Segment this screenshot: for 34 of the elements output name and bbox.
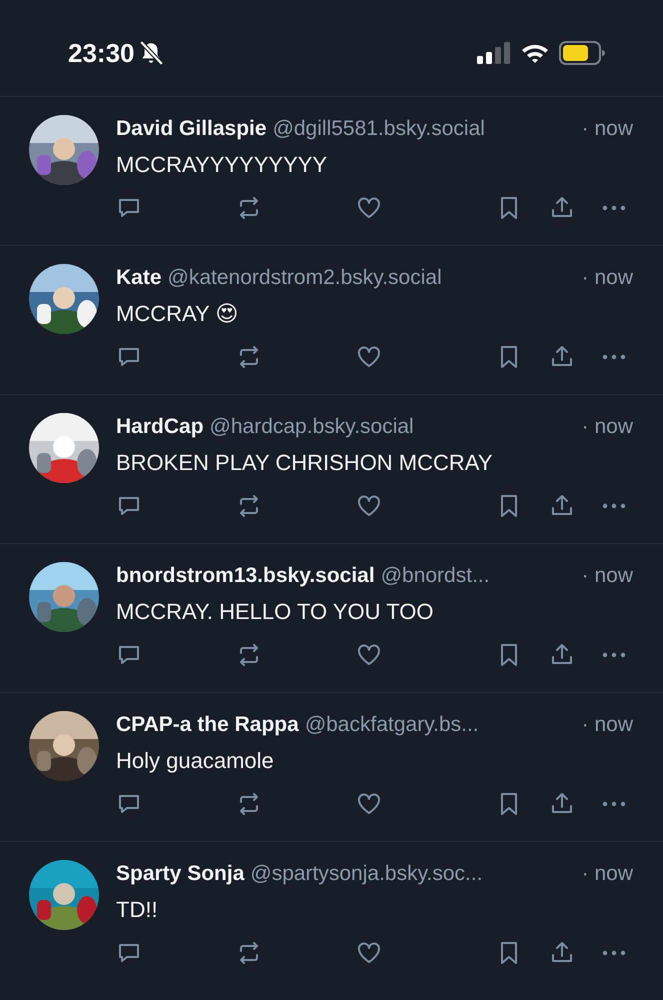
battery-icon (559, 41, 605, 65)
post-time: · now (580, 861, 633, 887)
author-name: HardCap (116, 414, 204, 440)
post-time: · now (580, 712, 633, 738)
post-text: Holy guacamole (116, 747, 275, 775)
clock-time: 23:30 (68, 37, 134, 69)
post-text: BROKEN PLAY CHRISHON MCCRAY (116, 449, 494, 477)
heart-icon[interactable] (356, 642, 382, 668)
heart-icon[interactable] (356, 791, 382, 817)
author-name: bnordstrom13.bsky.social (116, 563, 375, 589)
heart-icon[interactable] (356, 493, 382, 519)
author-handle: @spartysonja.bsky.soc... (250, 861, 483, 887)
author-handle: @backfatgary.bs... (304, 712, 479, 738)
signal-icon (477, 42, 511, 64)
post-time: · now (580, 116, 633, 142)
author-name: Kate (116, 265, 162, 291)
author-handle: @hardcap.bsky.social (210, 414, 414, 440)
post-text: MCCRAY. HELLO TO YOU TOO (116, 598, 434, 626)
heart-icon[interactable] (356, 344, 382, 370)
author-name: David Gillaspie (116, 116, 267, 142)
author-name: Sparty Sonja (116, 861, 244, 887)
post-text: MCCRAY 😍 (116, 300, 240, 328)
author-handle: @bnordst... (380, 563, 490, 589)
author-handle: @katenordstrom2.bsky.social (168, 265, 442, 291)
post-time: · now (580, 414, 633, 440)
post-time: · now (580, 265, 633, 291)
author-name: CPAP-a the Rappa (116, 712, 299, 738)
heart-icon[interactable] (356, 940, 382, 966)
author-handle: @dgill5581.bsky.social (272, 116, 485, 142)
post-text: MCCRAYYYYYYYYY (116, 151, 328, 179)
post-time: · now (580, 563, 633, 589)
wifi-icon (521, 42, 549, 64)
post-text: TD!! (116, 896, 159, 924)
heart-icon[interactable] (356, 195, 382, 221)
